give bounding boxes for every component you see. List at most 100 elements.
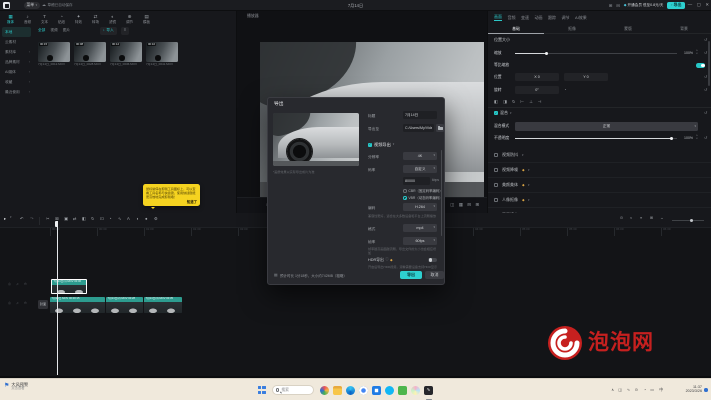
tab-ai-effects[interactable]: AI效果: [575, 16, 587, 21]
notification-badge[interactable]: [704, 388, 708, 392]
record-button[interactable]: ●: [145, 216, 148, 221]
grid-button[interactable]: ▦: [459, 202, 463, 207]
mask-button[interactable]: ◖: [136, 216, 139, 221]
timeline-settings-button[interactable]: ⚙: [154, 216, 158, 221]
cover-button[interactable]: 封面: [38, 300, 48, 309]
snap-toggle-icon[interactable]: ⊙: [620, 216, 623, 221]
taskbar-clock[interactable]: 11:37 2023/3/26: [686, 385, 702, 394]
link-toggle-icon[interactable]: ≈: [630, 216, 632, 221]
dialog-export-button[interactable]: 导出: [400, 271, 422, 279]
chevron-down-icon[interactable]: ▾: [10, 216, 12, 220]
photos-icon[interactable]: [411, 386, 420, 395]
fit-timeline-icon[interactable]: ↔: [660, 216, 664, 221]
tab-tracking[interactable]: 跟踪: [548, 16, 556, 21]
video-export-checkbox[interactable]: ✓: [368, 143, 372, 147]
split-tool-button[interactable]: ✂: [46, 216, 50, 221]
format-dropdown[interactable]: mp4▾: [403, 224, 437, 232]
media-card[interactable]: 00:10 7月14日_0041.MOV: [146, 42, 178, 67]
reset-transform-button[interactable]: ↺: [704, 38, 707, 43]
rail-cloud[interactable]: 云素材: [0, 37, 33, 47]
bitrate-value-input[interactable]: [403, 177, 430, 185]
mute-track-icon[interactable]: ♫: [16, 282, 19, 286]
nav-audio[interactable]: ♪音频: [19, 14, 36, 24]
tab-adjust[interactable]: 调节: [562, 16, 570, 21]
member-badge[interactable]: ◆ 开通会员 低至0.8元/天: [624, 3, 664, 7]
mirror-button[interactable]: ◧: [82, 216, 86, 221]
crop-button[interactable]: ⊡: [100, 216, 104, 221]
portrait-cutout-row[interactable]: 人像抠像 ◆ ▾: [488, 193, 711, 208]
blend-checkbox[interactable]: ✓: [494, 111, 498, 115]
quality-button[interactable]: ◫: [450, 202, 454, 207]
opacity-stepper[interactable]: ∧∨: [696, 135, 698, 141]
rail-library[interactable]: 素材库›: [0, 47, 33, 57]
dialog-scrollbar[interactable]: [441, 150, 443, 236]
sort-button[interactable]: ≡: [121, 27, 129, 35]
tab-animation[interactable]: 动画: [535, 16, 543, 21]
title-input[interactable]: [403, 111, 437, 119]
rail-brand[interactable]: 品牌素材›: [0, 57, 33, 67]
nav-filter[interactable]: ◐滤镜: [104, 14, 121, 24]
export-path-input[interactable]: [403, 124, 434, 132]
taskbar-search[interactable]: 搜索: [272, 385, 314, 395]
dialog-cancel-button[interactable]: 取消: [425, 271, 444, 279]
fullscreen-button[interactable]: ⊞: [475, 202, 479, 207]
rail-favorites[interactable]: 收藏›: [0, 77, 33, 87]
stabilize-checkbox[interactable]: [494, 153, 498, 157]
undo-button[interactable]: ↶: [20, 216, 24, 221]
beauty-checkbox[interactable]: [494, 183, 498, 187]
vbr-radio-row[interactable]: VBR（动态码率编码）: [403, 196, 443, 200]
denoise-button[interactable]: ∿: [118, 216, 122, 221]
mute-track-icon[interactable]: ♫: [16, 301, 19, 305]
stabilize-row[interactable]: 视频防抖 ▾: [488, 148, 711, 163]
network-tray-icon[interactable]: ⊙: [635, 388, 638, 393]
wechat-icon[interactable]: [398, 386, 407, 395]
codec-dropdown[interactable]: H.264▾: [403, 203, 437, 211]
hide-track-icon[interactable]: ◎: [8, 301, 11, 305]
rotate-dial-icon[interactable]: ◔: [564, 88, 566, 93]
timeline-zoom-knob[interactable]: [690, 219, 693, 222]
start-button[interactable]: [258, 386, 266, 394]
speed-button[interactable]: ◔: [109, 216, 112, 221]
jianying-taskbar-icon[interactable]: ∿: [424, 386, 433, 395]
portrait-cutout-checkbox[interactable]: [494, 198, 498, 202]
uniform-scale-toggle[interactable]: [696, 63, 705, 68]
subtab-basic[interactable]: 基础: [488, 24, 544, 34]
microsoft-store-icon[interactable]: [372, 386, 381, 395]
nav-transition[interactable]: ⇄转场: [87, 14, 104, 24]
browse-folder-button[interactable]: [436, 124, 444, 132]
nav-adjust[interactable]: ⊕调节: [121, 14, 138, 24]
lock-track-icon[interactable]: ⊝: [24, 282, 27, 286]
blend-mode-dropdown[interactable]: 正常▾: [515, 122, 698, 131]
beauty-row[interactable]: 美颜美体 ◆ ▾: [488, 178, 711, 193]
inspector-scrollbar[interactable]: [708, 41, 710, 86]
media-card[interactable]: 00:08 7月14日_0028.MOV: [74, 42, 106, 67]
minimize-button[interactable]: —: [688, 2, 692, 7]
nav-text[interactable]: T文本: [36, 14, 53, 24]
playhead-line[interactable]: [57, 221, 58, 375]
tab-all[interactable]: 全部: [38, 28, 45, 32]
battery-tray-icon[interactable]: ▭: [650, 388, 654, 393]
scale-stepper[interactable]: ∧∨: [696, 50, 698, 56]
reset-position-button[interactable]: ↺: [704, 75, 707, 80]
maximize-button[interactable]: ▢: [697, 2, 701, 7]
timeline-zoom-slider[interactable]: [672, 220, 704, 221]
scale-slider-knob[interactable]: [545, 52, 548, 55]
media-card[interactable]: 00:15 7月14日_0012.MOV: [38, 42, 70, 67]
close-button[interactable]: ✕: [705, 2, 709, 7]
tab-speed[interactable]: 变速: [521, 16, 529, 21]
grid-view-icon[interactable]: ⊞: [650, 216, 653, 221]
rotate-90-icon[interactable]: ↻: [512, 99, 516, 104]
lock-track-icon[interactable]: ⊝: [24, 301, 27, 305]
auto-caption-button[interactable]: A: [127, 216, 130, 221]
copilot-icon[interactable]: [320, 386, 329, 395]
cbr-radio-row[interactable]: CBR（固定码率编码）: [403, 189, 443, 193]
denoise-row[interactable]: 视频降噪 ◆ ▾: [488, 163, 711, 178]
reset-blend-button[interactable]: ↺: [704, 111, 707, 116]
media-card[interactable]: 00:12 7月14日_0036.MOV: [110, 42, 142, 67]
align-center-icon[interactable]: ⊥: [529, 99, 533, 104]
position-x-stepper[interactable]: X 0: [515, 73, 559, 81]
tab-audio[interactable]: 音频: [508, 16, 516, 21]
panel-layout-icon[interactable]: ⊟: [616, 3, 620, 8]
cbr-radio[interactable]: [403, 189, 407, 193]
chrome-icon[interactable]: [359, 386, 368, 395]
